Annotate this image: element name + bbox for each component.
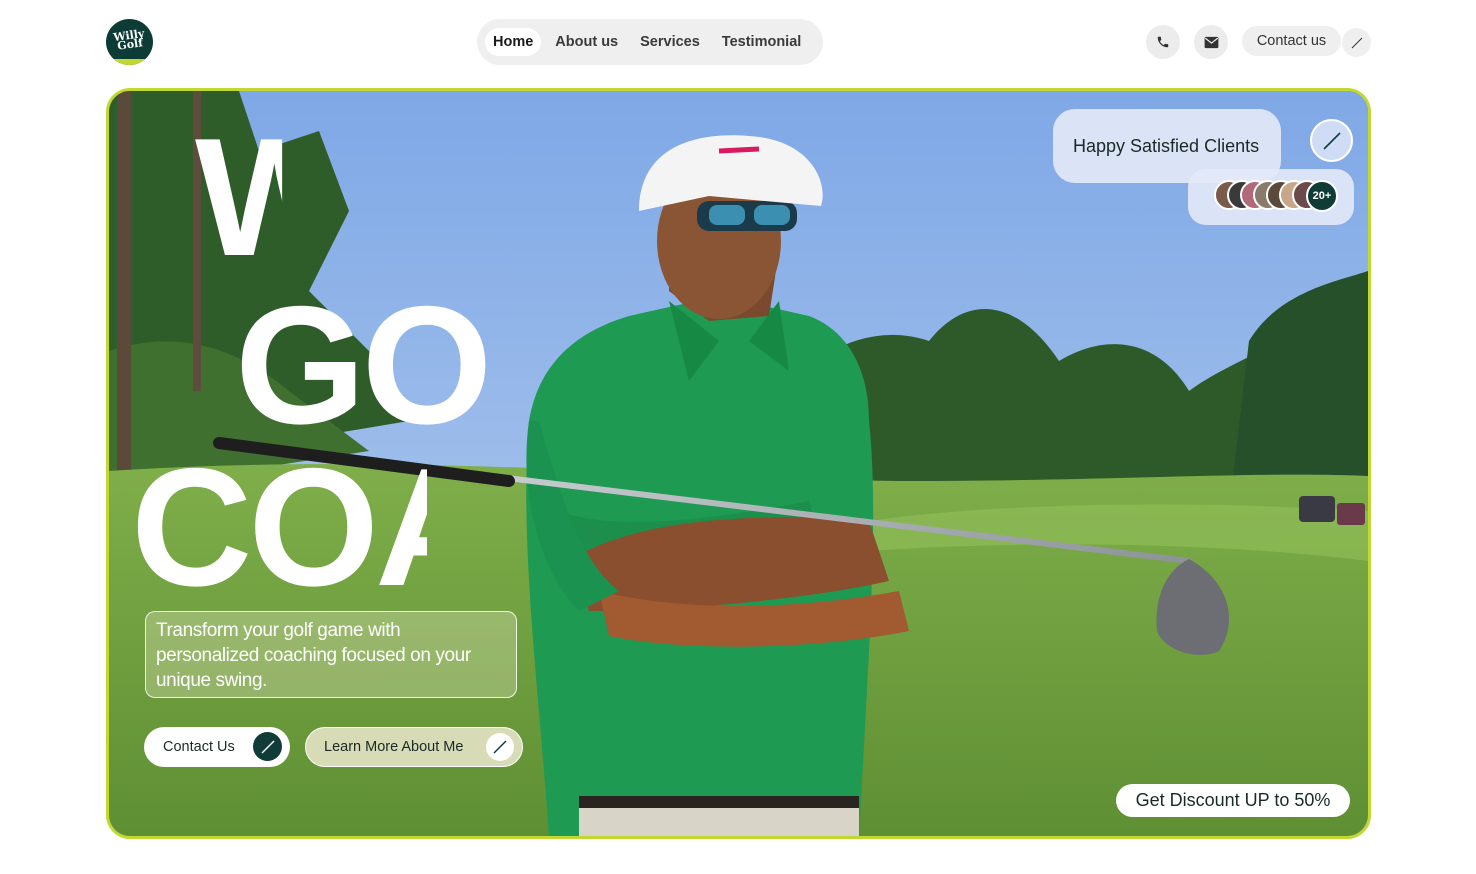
clients-label: Happy Satisfied Clients [1073,135,1260,156]
logo-accent-stripe [106,59,153,65]
nav-item-testimonial[interactable]: Testimonial [714,28,810,56]
learn-more-arrow [486,733,514,761]
logo-text: Willy Golf [112,26,146,53]
arrow-up-right-icon [260,739,275,754]
nav-item-home[interactable]: Home [485,28,542,56]
mail-button[interactable] [1194,25,1228,59]
nav-item-services[interactable]: Services [632,28,708,56]
phone-icon [1157,36,1169,48]
discount-badge[interactable]: Get Discount UP to 50% [1116,784,1350,817]
learn-more-button[interactable]: Learn More About Me [305,727,523,767]
main-nav: Home About us Services Testimonial [477,19,823,65]
hero-section: WILLY GOLF COACH Transform your golf gam… [106,88,1371,839]
client-avatars: 20+ [1214,180,1344,212]
contact-us-arrow [253,732,282,761]
clients-card-label-box: Happy Satisfied Clients [1053,109,1281,183]
nav-item-about[interactable]: About us [547,28,626,56]
contact-us-button[interactable]: Contact Us [144,727,290,767]
arrow-up-right-icon [493,740,507,754]
mail-icon [1204,36,1218,48]
phone-button[interactable] [1146,25,1180,59]
clients-count-badge: 20+ [1306,180,1338,212]
clients-card: Happy Satisfied Clients 20+ [1053,109,1354,227]
arrow-up-right-icon [1351,37,1362,48]
learn-more-label: Learn More About Me [324,739,464,755]
arrow-up-right-icon [1322,131,1341,150]
header-contact-arrow-button[interactable] [1342,28,1371,57]
header-contact-button[interactable]: Contact us [1242,26,1341,56]
brand-logo[interactable]: Willy Golf [106,19,153,65]
hero-tagline: Transform your golf game with personaliz… [145,611,517,698]
clients-arrow-button[interactable] [1310,119,1353,162]
contact-us-label: Contact Us [163,739,235,755]
